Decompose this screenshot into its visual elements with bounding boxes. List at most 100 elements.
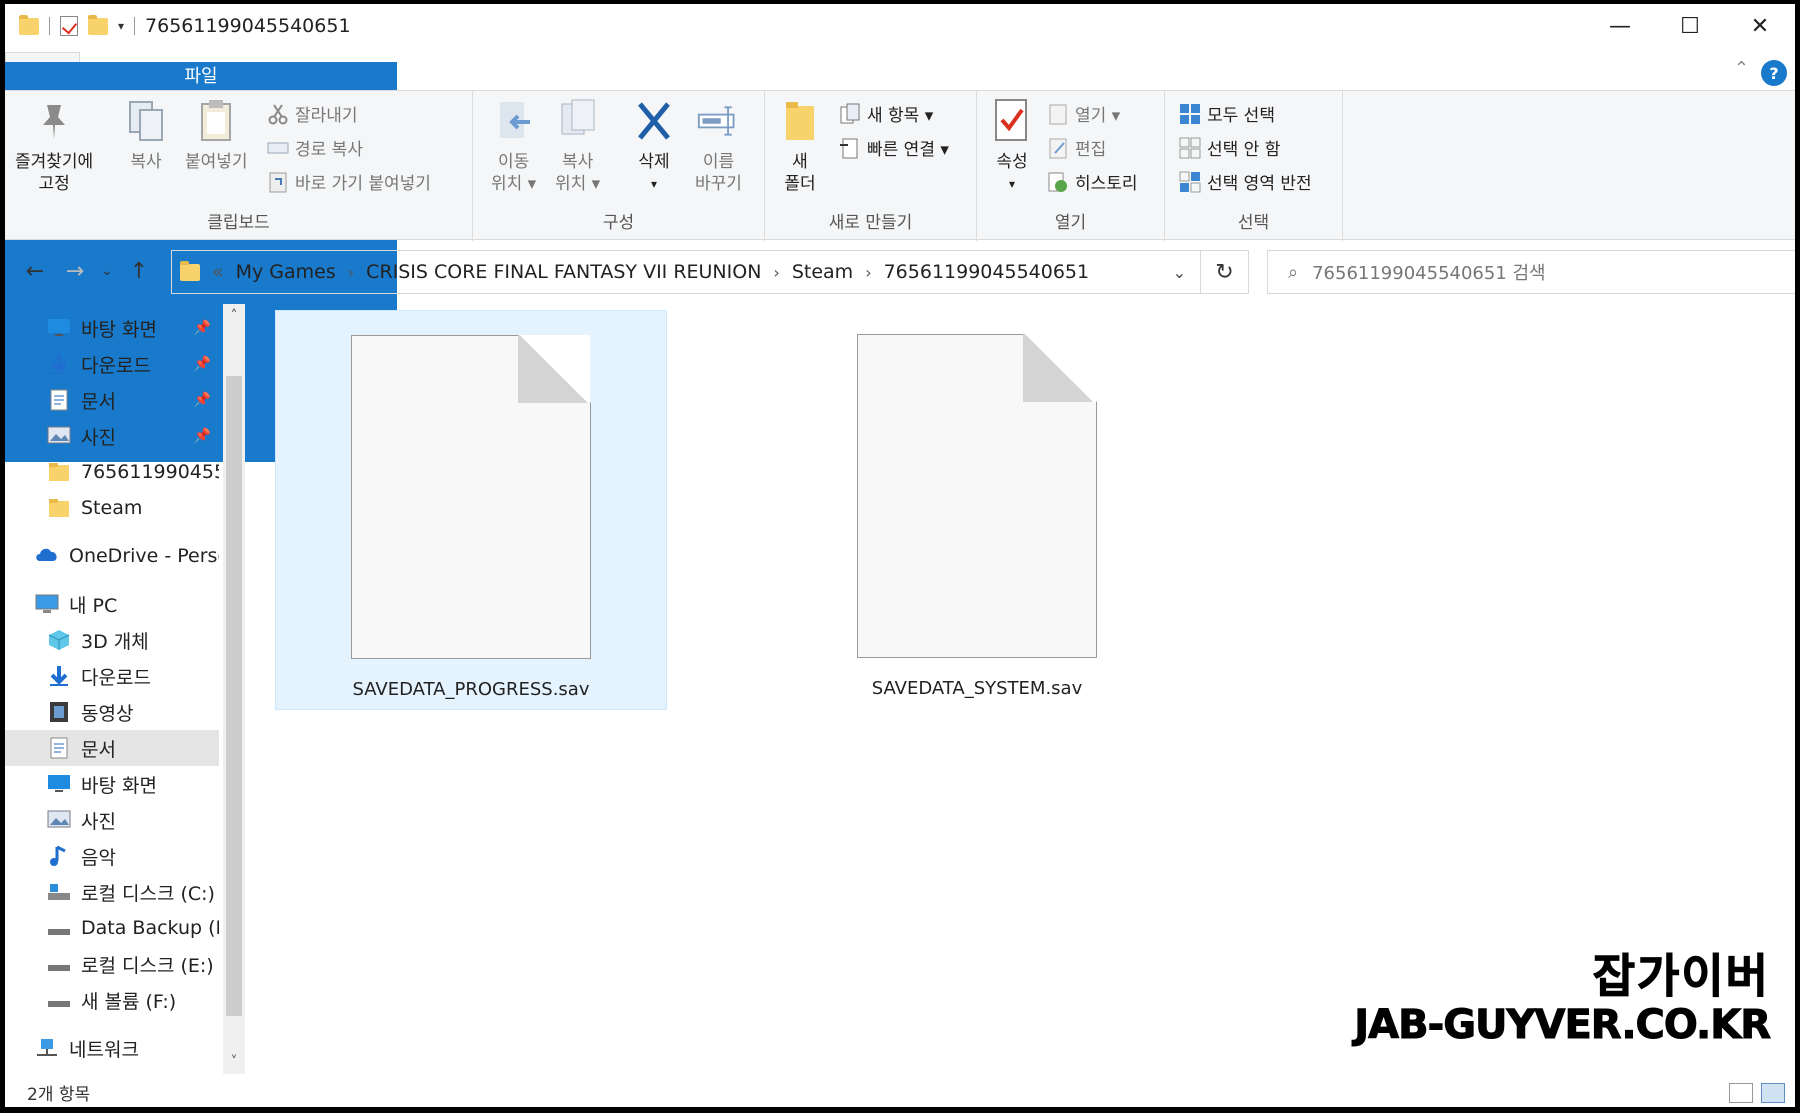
nav-item-drive-c[interactable]: 로컬 디스크 (C:) bbox=[5, 874, 219, 910]
move-to-icon bbox=[493, 97, 535, 145]
paste-shortcut-button[interactable]: 바로 가기 붙여넣기 bbox=[267, 169, 431, 194]
address-bar[interactable]: « My Games › CRISIS CORE FINAL FANTASY V… bbox=[171, 250, 1201, 294]
copy-button[interactable]: 복사 bbox=[125, 97, 167, 173]
edit-button[interactable]: 편집 bbox=[1047, 135, 1106, 160]
customize-dropdown-icon[interactable]: ▾ bbox=[118, 19, 124, 33]
nav-item-3d-objects[interactable]: 3D 개체 bbox=[5, 622, 219, 658]
details-view-icon[interactable] bbox=[1729, 1083, 1753, 1103]
nav-item-onedrive[interactable]: OneDrive - Perso bbox=[5, 538, 219, 574]
scroll-down-icon[interactable]: ˅ bbox=[223, 1054, 245, 1070]
pin-icon[interactable]: 📌 bbox=[194, 428, 211, 444]
search-icon: ⌕ bbox=[1288, 261, 1299, 283]
group-label-select: 선택 bbox=[1237, 213, 1270, 233]
select-none-icon bbox=[1179, 137, 1201, 159]
file-explorer-window: ▾ 76561199045540651 — ☐ ✕ 파일 홈 공유 보기 ⌃ ?… bbox=[5, 4, 1795, 1107]
nav-item-drive-e[interactable]: 로컬 디스크 (E:) bbox=[5, 946, 219, 982]
nav-item-this-pc[interactable]: 내 PC bbox=[5, 586, 219, 622]
help-icon[interactable]: ? bbox=[1761, 60, 1787, 86]
pin-icon bbox=[33, 97, 75, 145]
network-icon bbox=[35, 1037, 59, 1059]
pin-quick-access-button[interactable]: 즐겨찾기에 고정 bbox=[15, 97, 93, 195]
scrollbar-thumb[interactable] bbox=[226, 376, 242, 1016]
back-arrow-icon[interactable]: ← bbox=[15, 259, 55, 284]
cut-button[interactable]: 잘라내기 bbox=[267, 101, 358, 126]
paste-button[interactable]: 붙여넣기 bbox=[185, 97, 248, 173]
pin-icon[interactable]: 📌 bbox=[194, 356, 211, 372]
nav-item-steam-id-folder[interactable]: 765611990455 bbox=[5, 454, 219, 490]
new-folder-icon[interactable] bbox=[88, 14, 108, 35]
group-label-open: 열기 bbox=[1054, 213, 1087, 233]
search-input[interactable]: ⌕ 76561199045540651 검색 bbox=[1267, 250, 1795, 294]
nav-item-desktop[interactable]: 바탕 화면 📌 bbox=[5, 310, 219, 346]
close-button[interactable]: ✕ bbox=[1725, 4, 1795, 48]
breadcrumb-overflow[interactable]: « bbox=[212, 261, 224, 283]
properties-icon[interactable] bbox=[60, 16, 78, 36]
copy-to-button[interactable]: 복사 위치 ▾ bbox=[555, 97, 600, 195]
properties-button[interactable]: 속성 ▾ bbox=[991, 97, 1033, 195]
new-item-button[interactable]: 새 항목 ▾ bbox=[839, 101, 933, 126]
collapse-ribbon-icon[interactable]: ⌃ bbox=[1734, 58, 1749, 79]
breadcrumb-separator-icon[interactable]: › bbox=[865, 263, 871, 282]
new-folder-button[interactable]: 새 폴더 bbox=[779, 97, 821, 195]
refresh-button[interactable]: ↻ bbox=[1201, 250, 1249, 294]
invert-selection-button[interactable]: 선택 영역 반전 bbox=[1179, 169, 1312, 194]
delete-button[interactable]: 삭제 ▾ bbox=[633, 97, 675, 195]
large-icons-view-icon[interactable] bbox=[1761, 1083, 1785, 1103]
forward-arrow-icon[interactable]: → bbox=[55, 259, 95, 284]
scissors-icon bbox=[267, 103, 289, 125]
maximize-button[interactable]: ☐ bbox=[1655, 4, 1725, 48]
nav-scrollbar[interactable]: ˄ ˅ bbox=[223, 304, 245, 1074]
file-item[interactable]: SAVEDATA_SYSTEM.sav bbox=[781, 310, 1173, 710]
easy-access-button[interactable]: 빠른 연결 ▾ bbox=[839, 135, 949, 160]
drive-icon bbox=[47, 953, 71, 975]
edit-icon bbox=[1047, 137, 1069, 159]
nav-item-desktop-pc[interactable]: 바탕 화면 bbox=[5, 766, 219, 802]
minimize-button[interactable]: — bbox=[1585, 4, 1655, 48]
nav-item-documents[interactable]: 문서 📌 bbox=[5, 382, 219, 418]
nav-item-pictures-pc[interactable]: 사진 bbox=[5, 802, 219, 838]
pin-icon[interactable]: 📌 bbox=[194, 392, 211, 408]
nav-item-drive-f[interactable]: 새 볼륨 (F:) bbox=[5, 982, 219, 1018]
navigation-bar: ← → ⌄ ↑ « My Games › CRISIS CORE FINAL F… bbox=[5, 246, 1795, 296]
move-to-button[interactable]: 이동 위치 ▾ bbox=[491, 97, 536, 195]
file-item[interactable]: SAVEDATA_PROGRESS.sav bbox=[275, 310, 667, 710]
copy-to-icon bbox=[557, 97, 599, 145]
select-all-button[interactable]: 모두 선택 bbox=[1179, 101, 1275, 126]
nav-item-downloads[interactable]: 다운로드 📌 bbox=[5, 346, 219, 382]
status-bar: 2개 항목 bbox=[5, 1077, 1795, 1107]
nav-item-pictures[interactable]: 사진 📌 bbox=[5, 418, 219, 454]
nav-item-steam[interactable]: Steam bbox=[5, 490, 219, 526]
breadcrumb-separator-icon[interactable]: › bbox=[348, 263, 354, 282]
nav-item-network[interactable]: 네트워크 bbox=[5, 1030, 219, 1066]
select-none-button[interactable]: 선택 안 함 bbox=[1179, 135, 1280, 160]
nav-item-music[interactable]: 음악 bbox=[5, 838, 219, 874]
folder-icon bbox=[779, 97, 821, 145]
pictures-icon bbox=[47, 809, 71, 831]
nav-item-downloads-pc[interactable]: 다운로드 bbox=[5, 658, 219, 694]
download-icon bbox=[47, 353, 71, 375]
new-item-icon bbox=[839, 103, 861, 125]
pin-icon[interactable]: 📌 bbox=[194, 320, 211, 336]
rename-button[interactable]: 이름 바꾸기 bbox=[695, 97, 742, 195]
delete-icon bbox=[633, 97, 675, 145]
navigation-pane: 바탕 화면 📌 다운로드 📌 문서 📌 사진 📌 765611990455 Steam … bbox=[5, 304, 245, 1074]
breadcrumb-my-games[interactable]: My Games bbox=[236, 261, 336, 283]
breadcrumb-steam[interactable]: Steam bbox=[792, 261, 853, 283]
address-dropdown-icon[interactable]: ⌄ bbox=[1173, 263, 1186, 282]
breadcrumb-crisis-core[interactable]: CRISIS CORE FINAL FANTASY VII REUNION bbox=[366, 261, 761, 283]
breadcrumb-current[interactable]: 76561199045540651 bbox=[884, 261, 1090, 283]
ribbon-tabs: 파일 홈 공유 보기 ⌃ ? bbox=[5, 52, 1795, 462]
drive-icon bbox=[47, 917, 71, 939]
open-button[interactable]: 열기 ▾ bbox=[1047, 101, 1120, 126]
open-icon bbox=[1047, 103, 1069, 125]
file-name: SAVEDATA_PROGRESS.sav bbox=[352, 679, 590, 700]
nav-item-drive-d[interactable]: Data Backup (D bbox=[5, 910, 219, 946]
up-arrow-icon[interactable]: ↑ bbox=[119, 259, 159, 284]
recent-locations-chevron-icon[interactable]: ⌄ bbox=[95, 263, 119, 279]
scroll-up-icon[interactable]: ˄ bbox=[223, 308, 245, 324]
history-button[interactable]: 히스토리 bbox=[1047, 169, 1138, 194]
copy-path-button[interactable]: 경로 복사 bbox=[267, 135, 363, 160]
breadcrumb-separator-icon[interactable]: › bbox=[773, 263, 779, 282]
nav-item-videos[interactable]: 동영상 bbox=[5, 694, 219, 730]
nav-item-documents-pc[interactable]: 문서 bbox=[5, 730, 219, 766]
